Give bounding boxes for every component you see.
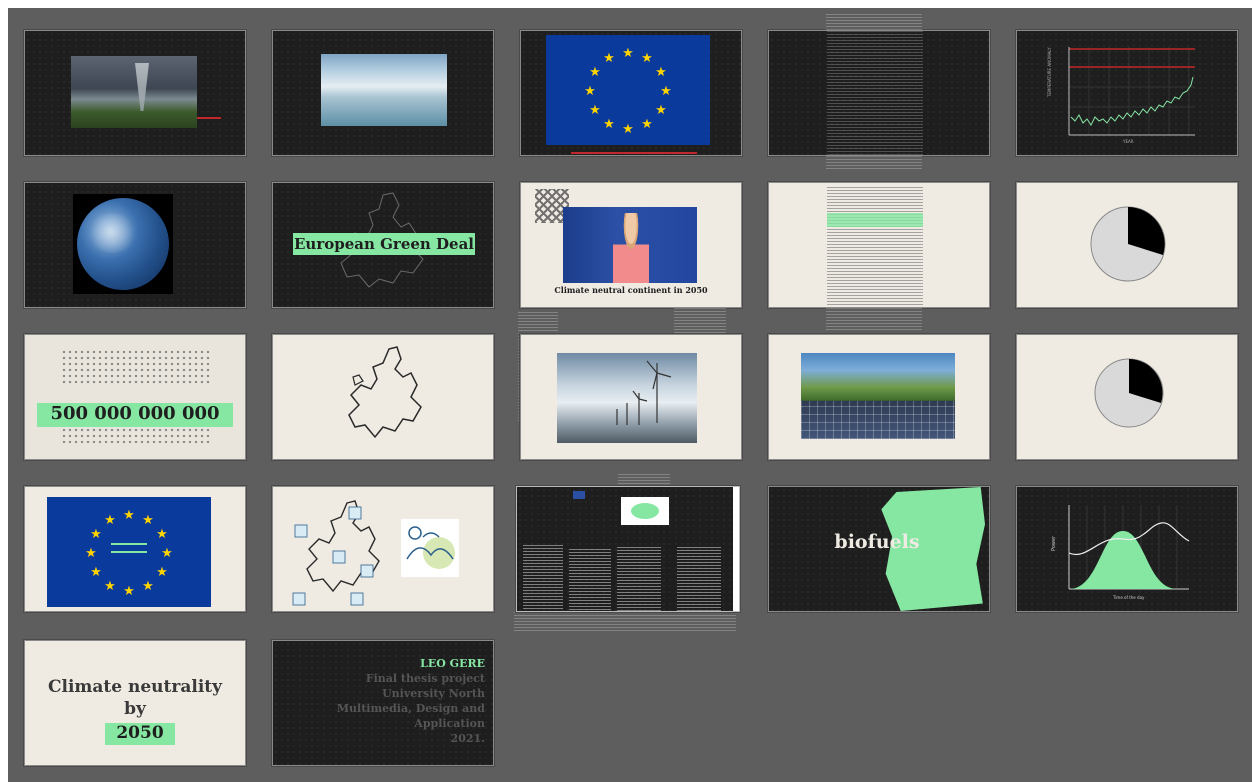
slide-thumbnail-4[interactable] — [768, 30, 990, 156]
bell-curve-chart: Power Time of the day — [1051, 505, 1190, 600]
credits-line-2: University North — [382, 687, 485, 700]
text-column — [827, 187, 923, 307]
red-line — [571, 152, 697, 154]
slide-thumbnail-14[interactable] — [768, 334, 990, 460]
svg-text:★: ★ — [655, 103, 667, 118]
slide-caption: Climate neutral continent in 2050 — [554, 285, 708, 295]
eu-flag: ★ ★★ ★★★ ★★★ ★★★ — [546, 35, 710, 145]
slide-thumbnail-9[interactable] — [768, 182, 990, 308]
slide-title: European Green Deal — [293, 235, 475, 253]
author-name: LEO GERE — [420, 657, 485, 670]
slide-title: biofuels — [834, 531, 920, 553]
eu-logo — [573, 491, 585, 499]
slide-title-year: 2050 — [116, 723, 164, 743]
right-edge-bar — [733, 487, 739, 611]
svg-text:★: ★ — [641, 51, 653, 66]
slide-thumbnail-5[interactable]: TEMPERATURE ANOMALY YEAR — [1016, 30, 1238, 156]
slide-thumbnail-8[interactable]: Climate neutral continent in 2050 — [520, 182, 742, 308]
pie-chart — [1094, 358, 1164, 428]
slide-thumbnail-2[interactable] — [272, 30, 494, 156]
svg-text:★: ★ — [104, 513, 116, 528]
svg-text:★: ★ — [90, 527, 102, 542]
slide-thumbnail-22[interactable]: LEO GERE Final thesis project University… — [272, 640, 494, 766]
slide-thumbnail-20[interactable]: Power Time of the day — [1016, 486, 1238, 612]
slide-thumbnail-13[interactable] — [520, 334, 742, 460]
people-pattern — [61, 349, 211, 385]
europe-icons-map — [292, 500, 380, 606]
pie-chart — [1090, 206, 1166, 282]
svg-text:★: ★ — [660, 84, 672, 99]
svg-text:★: ★ — [603, 117, 615, 132]
svg-text:YEAR: YEAR — [1122, 139, 1134, 144]
slide-thumbnail-7[interactable]: European Green Deal — [272, 182, 494, 308]
slide-thumbnail-18[interactable] — [516, 486, 740, 612]
eu-flag: ★ ★★ ★★★ ★★★ ★★★ — [47, 497, 211, 607]
svg-text:★: ★ — [622, 122, 634, 137]
credits-line-3: Multimedia, Design and — [336, 702, 485, 715]
big-number: 500 000 000 000 — [50, 403, 220, 424]
slide-thumbnail-1[interactable] — [24, 30, 246, 156]
slide-thumbnail-10[interactable] — [1016, 182, 1238, 308]
slide-thumbnail-12[interactable] — [272, 334, 494, 460]
slide-thumbnail-3[interactable]: ★ ★ ★ ★ ★ ★ ★ ★ ★ ★ ★ ★ — [520, 30, 742, 156]
credits-line-4: Application — [414, 717, 485, 730]
europe-outline-map — [348, 346, 422, 439]
svg-text:★: ★ — [161, 546, 173, 561]
svg-text:★: ★ — [123, 508, 135, 523]
slide-thumbnail-19[interactable]: biofuels — [768, 486, 990, 612]
slide-thumbnail-17[interactable] — [272, 486, 494, 612]
temperature-chart: TEMPERATURE ANOMALY YEAR — [1047, 47, 1195, 144]
svg-text:★: ★ — [90, 565, 102, 580]
landscape-icon — [406, 526, 455, 569]
text-overflow-top — [826, 14, 922, 30]
svg-text:Power: Power — [1051, 535, 1057, 551]
slide-thumbnail-6[interactable] — [24, 182, 246, 308]
turbine-silhouettes — [616, 360, 672, 425]
svg-text:★: ★ — [589, 65, 601, 80]
text-column-2 — [569, 549, 611, 611]
text-overflow-bottom — [514, 612, 736, 632]
svg-text:★: ★ — [641, 117, 653, 132]
slide-title-line1: Climate neutrality — [47, 677, 223, 697]
glacier-photo — [321, 54, 447, 126]
svg-text:★: ★ — [156, 527, 168, 542]
slide-thumbnail-15[interactable] — [1016, 334, 1238, 460]
svg-text:★: ★ — [123, 584, 135, 599]
text-overflow-bottom — [826, 308, 922, 332]
svg-text:★: ★ — [622, 46, 634, 61]
slide-thumbnail-16[interactable]: ★ ★ ★ ★ ★ ★ ★ ★ ★ ★ ★ ★ — [24, 486, 246, 612]
overview-canvas[interactable]: ★ ★ ★ ★ ★ ★ ★ ★ ★ ★ ★ ★ TEMPERATURE ANOMALY — [8, 8, 1252, 782]
svg-text:★: ★ — [85, 546, 97, 561]
text-column — [827, 31, 923, 155]
tornado-photo — [71, 56, 197, 128]
credits-line-1: Final thesis project — [365, 672, 485, 685]
green-deal-logo-mark — [631, 503, 659, 519]
svg-text:Time of the day: Time of the day — [1112, 595, 1145, 600]
svg-text:★: ★ — [589, 103, 601, 118]
svg-text:★: ★ — [142, 579, 154, 594]
solar-panel-grid — [801, 401, 955, 439]
text-column-4 — [677, 547, 721, 611]
svg-text:★: ★ — [156, 565, 168, 580]
people-pattern-bottom — [61, 427, 211, 443]
earth-clouds — [87, 213, 137, 253]
svg-text:★: ★ — [584, 84, 596, 99]
credits-line-5: 2021. — [450, 732, 485, 745]
text-column-3 — [617, 547, 661, 611]
speaker-figure — [613, 213, 649, 283]
red-line — [197, 117, 221, 119]
text-column-1 — [523, 545, 563, 611]
slide-thumbnail-21[interactable]: Climate neutrality by 2050 — [24, 640, 246, 766]
svg-text:★: ★ — [104, 579, 116, 594]
svg-text:★: ★ — [655, 65, 667, 80]
svg-text:★: ★ — [142, 513, 154, 528]
svg-text:★: ★ — [603, 51, 615, 66]
text-overflow-bottom — [826, 156, 922, 170]
text-highlight — [827, 213, 923, 227]
svg-text:TEMPERATURE ANOMALY: TEMPERATURE ANOMALY — [1047, 47, 1052, 98]
slide-title-line2: by — [124, 699, 146, 719]
slide-thumbnail-11[interactable]: 500 000 000 000 — [24, 334, 246, 460]
